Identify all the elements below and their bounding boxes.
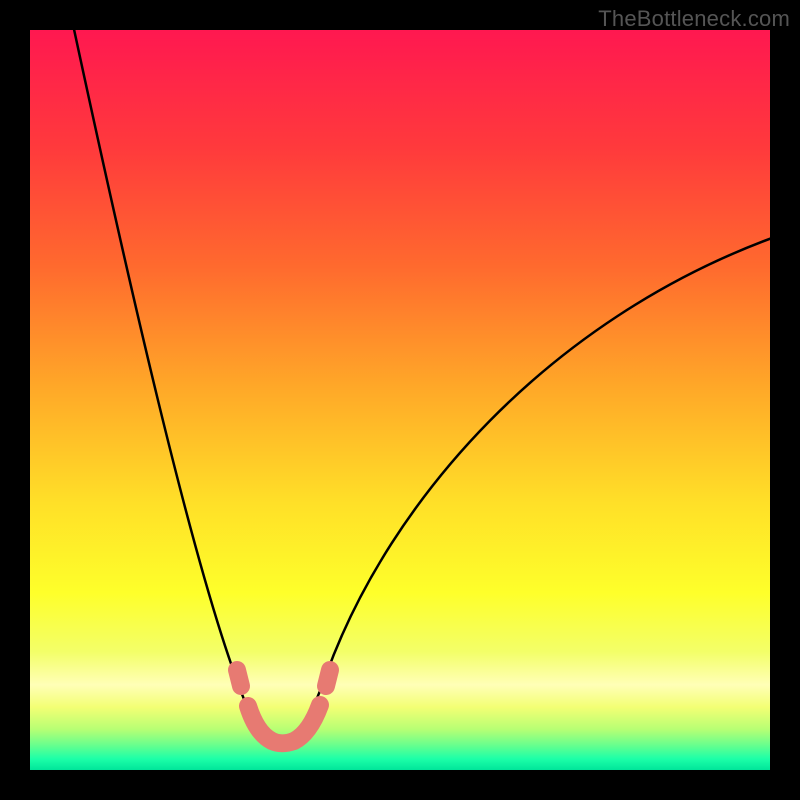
bottom-salmon-overlay bbox=[237, 670, 241, 686]
curve-right bbox=[280, 238, 770, 744]
curve-left bbox=[72, 30, 280, 744]
bottom-salmon-overlay bbox=[326, 670, 330, 686]
bottom-salmon-overlay bbox=[294, 705, 320, 741]
watermark-text: TheBottleneck.com bbox=[598, 6, 790, 32]
chart-frame bbox=[30, 30, 770, 770]
chart-curves bbox=[30, 30, 770, 770]
